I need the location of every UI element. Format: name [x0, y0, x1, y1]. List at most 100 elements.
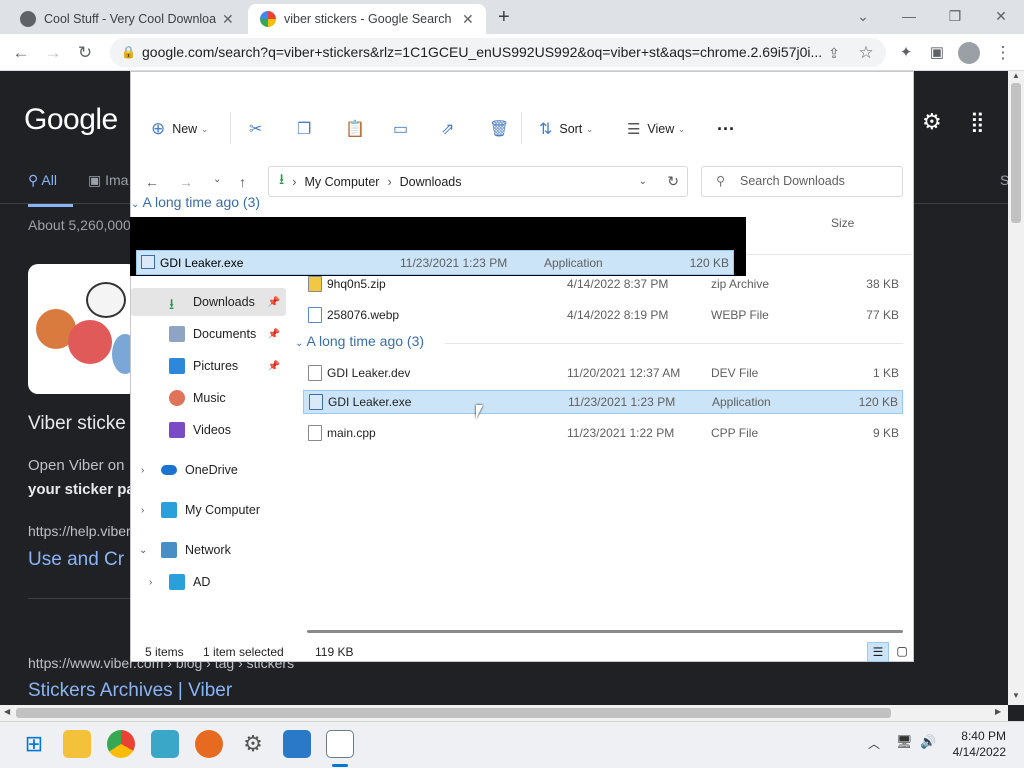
pictures-icon: [169, 358, 185, 374]
nav-item-videos[interactable]: Videos: [131, 416, 286, 444]
file-row[interactable]: main.cpp 11/23/2021 1:22 PM CPP File 9 K…: [303, 421, 903, 445]
breadcrumb-my-computer[interactable]: My Computer: [304, 175, 379, 189]
paint-icon[interactable]: [151, 730, 179, 758]
copy-icon[interactable]: ❐: [297, 120, 311, 138]
tab-images[interactable]: ▣ Ima: [88, 172, 128, 189]
settings-gear-icon[interactable]: ⚙: [239, 730, 267, 758]
result-link[interactable]: Stickers Archives | Viber: [28, 680, 232, 702]
sort-button[interactable]: ⇅ Sort ⌄: [539, 120, 593, 138]
divider: [521, 112, 522, 144]
more-options-icon[interactable]: ···: [717, 119, 735, 139]
kebab-menu-icon[interactable]: ⋮: [992, 42, 1014, 64]
expand-chevron-icon[interactable]: ›: [141, 505, 161, 516]
page-horizontal-scrollbar[interactable]: ◀ ▶: [0, 705, 1008, 721]
close-tab-icon[interactable]: ✕: [462, 11, 474, 28]
close-tab-icon[interactable]: ✕: [222, 11, 234, 28]
search-downloads-input[interactable]: ⚲ Search Downloads: [701, 166, 903, 197]
file-type: DEV File: [711, 366, 759, 380]
file-date: 11/23/2021 1:23 PM: [400, 256, 508, 270]
up-arrow-icon[interactable]: ↑: [239, 174, 246, 190]
expand-chevron-icon[interactable]: ›: [149, 577, 169, 588]
new-button[interactable]: ⊕ New ⌄: [151, 119, 208, 138]
explorer-address-bar[interactable]: ⭳ › My Computer › Downloads ⌄ ↻: [268, 166, 688, 197]
file-list-scrollbar[interactable]: [307, 630, 903, 633]
file-type: CPP File: [711, 426, 759, 440]
scroll-thumb[interactable]: [16, 708, 891, 718]
nav-item-onedrive[interactable]: › OneDrive: [131, 456, 286, 484]
google-logo[interactable]: Google: [24, 103, 118, 137]
file-explorer-icon[interactable]: [63, 730, 91, 758]
minimize-icon[interactable]: —: [886, 4, 932, 28]
sticker-thumbnail[interactable]: [28, 264, 138, 394]
extensions-puzzle-icon[interactable]: ✦: [895, 42, 917, 64]
rename-icon[interactable]: ▭: [393, 120, 408, 138]
restore-icon[interactable]: ❐: [932, 4, 978, 28]
volume-icon[interactable]: 🔊: [920, 734, 936, 750]
new-tab-plus-icon[interactable]: +: [498, 6, 510, 29]
column-header-size[interactable]: Size: [831, 216, 854, 230]
clock[interactable]: 8:40 PM 4/14/2022: [950, 728, 1006, 760]
expand-chevron-icon[interactable]: ›: [141, 465, 161, 476]
details-view-icon[interactable]: ☰: [867, 642, 889, 662]
plus-circle-icon: ⊕: [151, 119, 166, 138]
tab-search-chevron-icon[interactable]: ⌄: [840, 4, 886, 28]
file-row[interactable]: 258076.webp 4/14/2022 8:19 PM WEBP File …: [303, 303, 903, 327]
browser-tab-google-search[interactable]: viber stickers - Google Search ✕: [248, 4, 486, 34]
forward-arrow-icon[interactable]: →: [179, 174, 193, 190]
close-window-icon[interactable]: ✕: [978, 4, 1024, 28]
bookmark-star-icon[interactable]: ☆: [855, 42, 877, 64]
file-date: 4/14/2022 8:19 PM: [567, 308, 669, 322]
nav-item-my-computer[interactable]: › My Computer: [131, 496, 286, 524]
nav-item-documents[interactable]: Documents 📌: [131, 320, 286, 348]
tab-all[interactable]: ⚲ All: [28, 172, 57, 189]
chrome-icon[interactable]: [107, 730, 135, 758]
file-name: GDI Leaker.dev: [327, 366, 411, 380]
back-arrow-icon[interactable]: ←: [10, 42, 32, 64]
share-icon[interactable]: ⇪: [823, 42, 845, 64]
drag-preview-row: GDI Leaker.exe 11/23/2021 1:23 PM Applic…: [136, 250, 734, 275]
profile-avatar[interactable]: [958, 42, 980, 64]
browser-tab-strip: Cool Stuff - Very Cool Download ✕ viber …: [0, 0, 1024, 34]
network-icon[interactable]: 🖥: [896, 734, 913, 750]
paste-icon[interactable]: 📋: [345, 120, 365, 138]
firefox-icon[interactable]: [195, 730, 223, 758]
notepad-icon[interactable]: [283, 730, 311, 758]
apps-grid-icon[interactable]: ⣿: [970, 109, 985, 134]
computer-icon: [161, 502, 177, 518]
file-row-selected[interactable]: GDI Leaker.exe 11/23/2021 1:23 PM Applic…: [303, 390, 903, 414]
refresh-icon[interactable]: ↻: [667, 173, 679, 190]
scroll-thumb[interactable]: [1011, 83, 1021, 223]
cut-icon[interactable]: ✂: [249, 120, 262, 138]
address-bar[interactable]: 🔒 google.com/search?q=viber+stickers&rlz…: [110, 38, 886, 67]
browser-tab-cool-stuff[interactable]: Cool Stuff - Very Cool Download ✕: [8, 4, 246, 34]
delete-icon[interactable]: 🗑: [489, 120, 509, 138]
file-row[interactable]: GDI Leaker.dev 11/20/2021 12:37 AM DEV F…: [303, 361, 903, 385]
collapse-chevron-icon[interactable]: ⌄: [139, 545, 161, 556]
view-button[interactable]: ☰ View ⌄: [627, 120, 685, 138]
address-dropdown-icon[interactable]: ⌄: [639, 176, 647, 187]
pin-icon: 📌: [267, 296, 280, 308]
nav-item-music[interactable]: Music: [131, 384, 286, 412]
settings-gear-icon[interactable]: ⚙: [922, 109, 942, 135]
share-icon[interactable]: ⇗: [441, 120, 454, 138]
back-arrow-icon[interactable]: ←: [145, 174, 159, 190]
chevron-up-icon[interactable]: ︿: [868, 735, 880, 752]
nav-item-pictures[interactable]: Pictures 📌: [131, 352, 286, 380]
recent-locations-chevron-icon[interactable]: ⌄: [213, 174, 221, 185]
result-link[interactable]: Use and Cr: [28, 549, 124, 571]
nav-item-ad[interactable]: › AD: [131, 568, 286, 596]
tiles-view-icon[interactable]: ▢: [893, 642, 911, 662]
side-panel-icon[interactable]: ▣: [926, 42, 948, 64]
reload-icon[interactable]: ↻: [74, 42, 96, 64]
nav-item-downloads[interactable]: ⭳ Downloads 📌: [131, 288, 286, 316]
group-header-old[interactable]: ⌄ A long time ago (3): [295, 333, 424, 349]
nav-item-network[interactable]: ⌄ Network: [131, 536, 286, 564]
status-selected: 1 item selected: [203, 645, 284, 659]
page-vertical-scrollbar[interactable]: ▲ ▼: [1008, 71, 1024, 705]
breadcrumb-downloads[interactable]: Downloads: [400, 175, 462, 189]
view-label: View: [647, 122, 675, 136]
group-header-top[interactable]: ⌄ A long time ago (3): [131, 194, 265, 210]
app-window-icon[interactable]: [326, 730, 354, 758]
start-windows-icon[interactable]: ⊞: [20, 730, 48, 758]
forward-arrow-icon[interactable]: →: [42, 42, 64, 64]
